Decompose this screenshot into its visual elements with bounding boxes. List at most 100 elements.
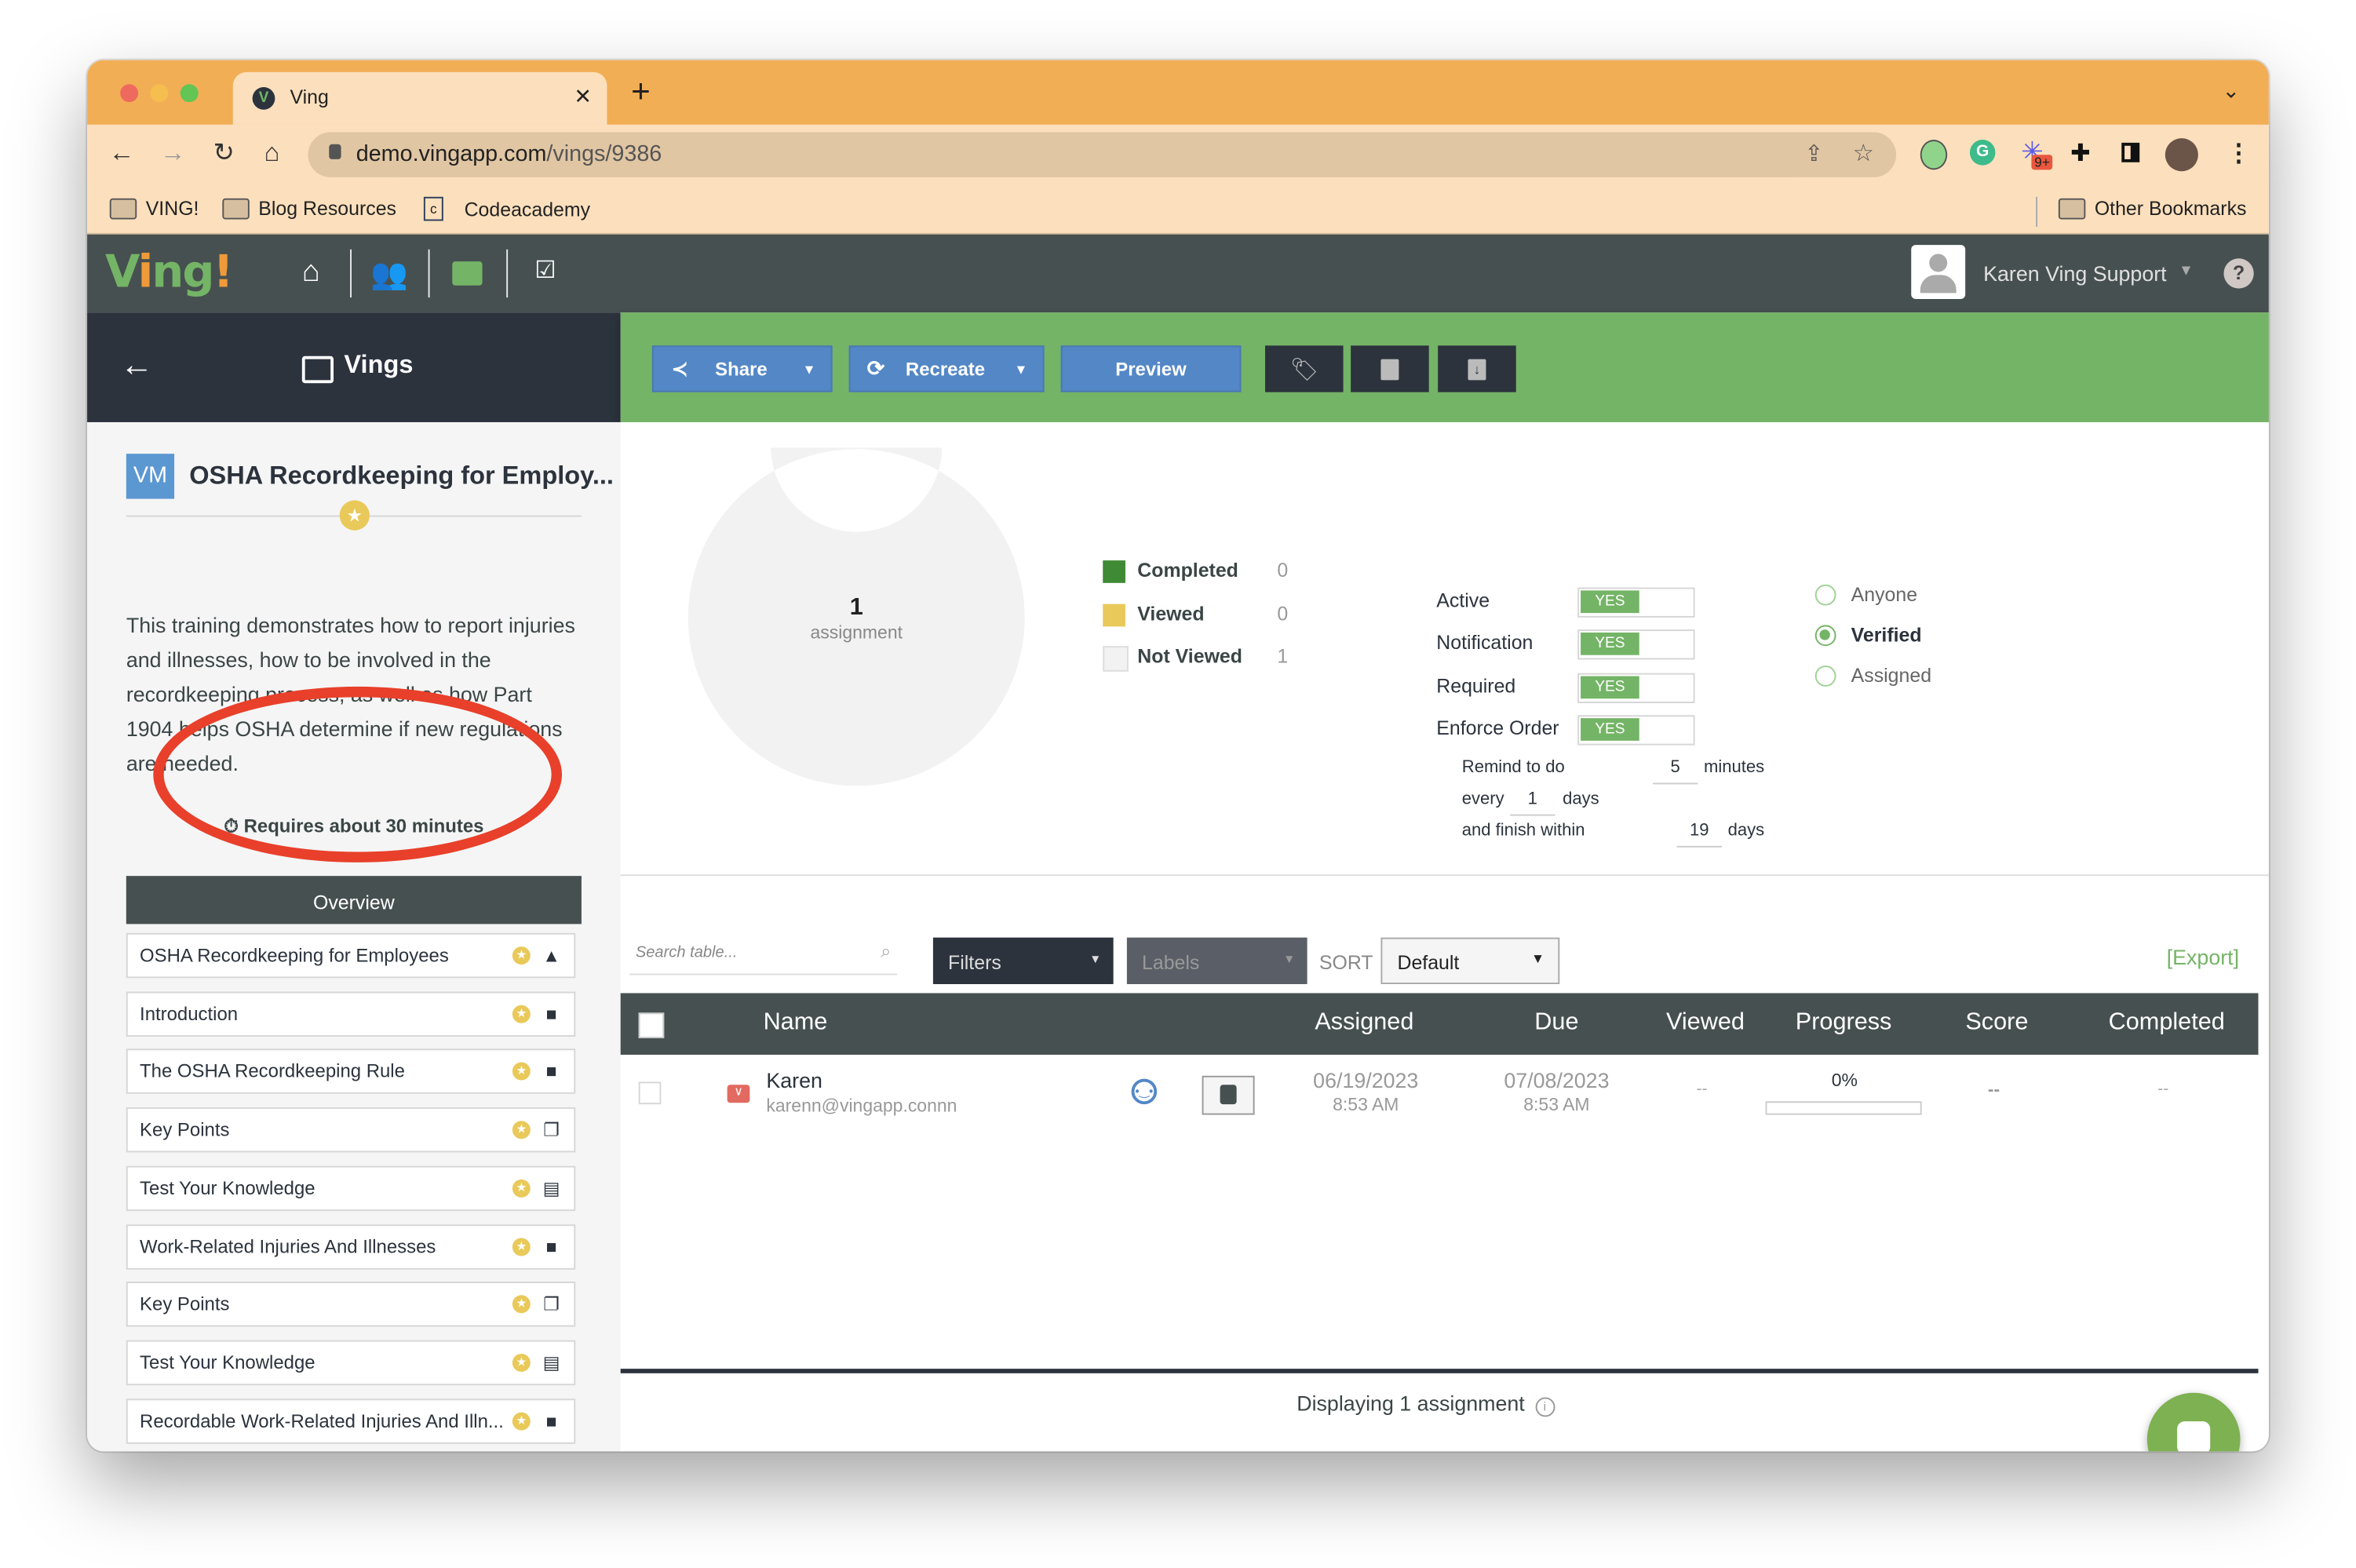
help-button[interactable]: ?: [2223, 258, 2254, 289]
progress-bar: [1765, 1101, 1922, 1115]
visibility-radio-assigned[interactable]: [1814, 665, 1836, 687]
every-days-input[interactable]: 1: [1510, 790, 1555, 816]
sidebar-item-label: Key Points: [140, 1119, 230, 1141]
recreate-dropdown-caret-icon[interactable]: ▼: [1014, 361, 1027, 376]
browser-tab[interactable]: V Ving ✕: [232, 71, 607, 125]
close-window-button[interactable]: [120, 84, 139, 103]
archive-button[interactable]: ↓: [1438, 345, 1516, 392]
user-name[interactable]: Karen Ving Support: [1983, 261, 2166, 286]
setting-toggle-enforce-order[interactable]: YES: [1577, 715, 1695, 746]
export-link[interactable]: [Export]: [2167, 945, 2239, 969]
row-checkbox[interactable]: [638, 1081, 662, 1105]
search-table-input[interactable]: Search table... ⌕: [629, 938, 897, 975]
recreate-button[interactable]: ⟳ Recreate ▼: [848, 345, 1045, 392]
star-icon: ★: [512, 1237, 531, 1256]
bookmark-ving[interactable]: VING!: [109, 197, 199, 220]
sidebar-item[interactable]: Introduction ★ ■: [126, 990, 576, 1037]
overview-tab[interactable]: Overview: [126, 876, 582, 924]
legend-value: 1: [1277, 644, 1289, 668]
info-icon[interactable]: i: [1534, 1397, 1555, 1417]
column-header-completed[interactable]: Completed: [2077, 1010, 2257, 1037]
bookmark-other[interactable]: Other Bookmarks: [2058, 197, 2246, 220]
new-tab-button[interactable]: +: [631, 75, 651, 108]
address-bar[interactable]: demo.vingapp.com/vings/9386 ⇪ ☆: [308, 132, 1897, 177]
nav-vings-icon[interactable]: [445, 255, 490, 294]
sidebar-item-label: Recordable Work-Related Injuries And Ill…: [140, 1409, 504, 1431]
sidebar-item[interactable]: Key Points ★ ❐: [126, 1107, 576, 1153]
tab-list-chevron-icon[interactable]: ⌄: [2223, 78, 2240, 104]
share-dropdown-caret-icon[interactable]: ▼: [802, 361, 815, 376]
user-avatar[interactable]: [1911, 245, 1966, 299]
side-panel-icon[interactable]: [2121, 142, 2140, 162]
labels-tag-button[interactable]: 🏷: [1265, 345, 1344, 392]
forward-icon[interactable]: →: [156, 138, 189, 168]
column-header-name[interactable]: Name: [764, 1010, 828, 1037]
sidebar-item[interactable]: Key Points ★ ❐: [126, 1282, 576, 1327]
chat-launcher-button[interactable]: [2146, 1392, 2241, 1452]
visibility-radio-verified[interactable]: [1814, 625, 1836, 647]
nav-home-icon[interactable]: ⌂: [289, 255, 334, 294]
select-all-checkbox[interactable]: [638, 1012, 665, 1038]
setting-toggle-required[interactable]: YES: [1577, 672, 1695, 703]
finish-prefix: and finish within: [1461, 822, 1585, 841]
sidebar-item[interactable]: Recordable Work-Related Injuries And Ill…: [126, 1398, 576, 1444]
sidebar-item[interactable]: The OSHA Recordkeeping Rule ★ ■: [126, 1049, 576, 1095]
home-icon[interactable]: ⌂: [255, 138, 288, 168]
share-icon: ≺: [671, 356, 688, 380]
folder-icon: [222, 197, 250, 219]
sidebar-item[interactable]: Test Your Knowledge ★ ▤: [126, 1340, 576, 1385]
back-icon[interactable]: ←: [105, 138, 138, 168]
bookmark-blog-resources[interactable]: Blog Resources: [222, 197, 396, 220]
neutral-face-icon[interactable]: •‿•: [1131, 1078, 1158, 1105]
column-header-assigned[interactable]: Assigned: [1274, 1010, 1454, 1037]
filters-dropdown[interactable]: Filters ▼: [932, 937, 1114, 984]
nav-tasks-icon[interactable]: ☑: [523, 255, 567, 294]
profile-avatar[interactable]: [2165, 138, 2198, 172]
tag-icon: 🏷: [1289, 356, 1319, 383]
favorite-star-icon[interactable]: ★: [339, 500, 370, 531]
assigned-time: 8:53 AM: [1333, 1093, 1399, 1115]
ving-sidebar: VM OSHA Recordkeeping for Employ... ★ Th…: [87, 421, 621, 1452]
grammarly-icon[interactable]: G: [1969, 140, 1996, 166]
column-header-score[interactable]: Score: [1907, 1010, 2088, 1037]
table-row[interactable]: ∨ Karen karenn@vingapp.connn •‿• 06/19/2…: [621, 1055, 2259, 1133]
setting-label: Active: [1436, 589, 1490, 612]
clipboard-icon: ▤: [542, 1177, 560, 1199]
sidebar-item[interactable]: OSHA Recordkeeping for Employees ★ ▲: [126, 932, 576, 979]
setting-toggle-active[interactable]: YES: [1577, 587, 1695, 618]
extensions-puzzle-icon[interactable]: ✚: [2070, 138, 2091, 168]
preview-button[interactable]: Preview: [1060, 345, 1242, 392]
star-icon: ★: [512, 1005, 531, 1023]
sidebar-item[interactable]: Test Your Knowledge ★ ▤: [126, 1165, 576, 1211]
contact-button[interactable]: [1351, 345, 1429, 392]
browser-menu-icon[interactable]: ⋮: [2227, 138, 2251, 168]
close-tab-icon[interactable]: ✕: [574, 84, 591, 110]
maximize-window-button[interactable]: [180, 84, 199, 103]
back-arrow-icon[interactable]: ←: [120, 345, 153, 385]
folder-icon: [2058, 197, 2086, 219]
report-button[interactable]: [1202, 1075, 1255, 1115]
reload-icon[interactable]: ↻: [207, 138, 240, 168]
finish-unit: days: [1727, 822, 1765, 841]
sort-select[interactable]: Default ▼: [1380, 937, 1560, 984]
minimize-window-button[interactable]: [150, 84, 169, 103]
remind-minutes-input[interactable]: 5: [1652, 759, 1698, 785]
visibility-radio-anyone[interactable]: [1814, 584, 1836, 606]
nav-users-icon[interactable]: 👥: [367, 255, 411, 294]
copy-icon: ❐: [543, 1119, 560, 1141]
donut-center-value: 1: [849, 595, 863, 621]
bookmark-star-icon[interactable]: ☆: [1853, 138, 1874, 168]
ving-logo[interactable]: Ving!: [105, 246, 234, 299]
labels-dropdown[interactable]: Labels ▼: [1126, 937, 1307, 984]
sidebar-item[interactable]: Work-Related Injuries And Illnesses ★ ■: [126, 1223, 576, 1269]
score-value: --: [1987, 1078, 2000, 1100]
share-page-icon[interactable]: ⇪: [1804, 140, 1823, 167]
setting-toggle-notification[interactable]: YES: [1577, 629, 1695, 661]
extension-bug-icon[interactable]: [1920, 140, 1948, 170]
finish-days-input[interactable]: 19: [1676, 822, 1723, 848]
user-menu-caret-icon[interactable]: ▼: [2179, 263, 2194, 279]
bookmark-codeacademy[interactable]: c Codeacademy: [423, 196, 590, 221]
sidebar-item-label: Test Your Knowledge: [140, 1177, 315, 1199]
share-button[interactable]: ≺ Share ▼: [651, 345, 833, 392]
row-name[interactable]: Karen: [766, 1068, 822, 1092]
